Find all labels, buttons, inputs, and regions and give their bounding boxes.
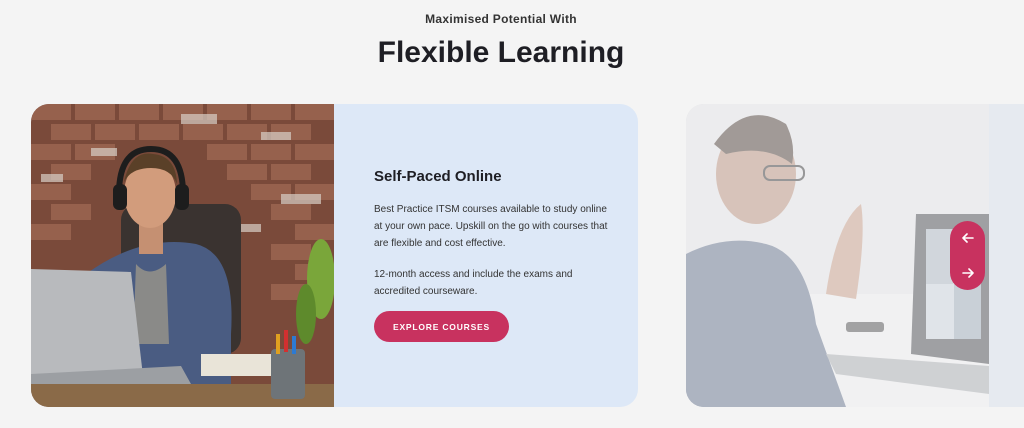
card-access-note: 12-month access and include the exams an… — [374, 269, 573, 297]
card-photo-man-with-headphones — [31, 104, 334, 407]
course-card-peek — [989, 104, 1024, 407]
arrow-right-icon[interactable] — [953, 258, 983, 288]
inactive-card-overlay — [686, 104, 989, 407]
card-description: Best Practice ITSM courses available to … — [374, 204, 608, 249]
course-card-self-paced: Self-Paced Online Best Practice ITSM cou… — [31, 104, 638, 407]
section-eyebrow: Maximised Potential With — [425, 12, 577, 26]
section-title: Flexible Learning — [377, 36, 625, 69]
explore-courses-button[interactable]: EXPLORE COURSES — [374, 311, 509, 342]
arrow-left-icon[interactable] — [953, 223, 983, 253]
course-card-next-preview[interactable] — [686, 104, 989, 407]
card-title: Self-Paced Online — [374, 168, 502, 185]
carousel-controls — [950, 221, 985, 290]
